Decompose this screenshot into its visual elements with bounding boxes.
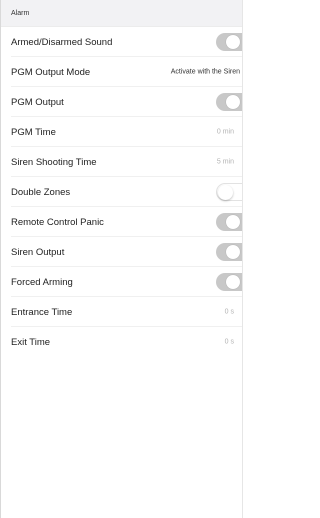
setting-siren-shooting-time[interactable]: Siren Shooting Time 5 min [1,147,242,177]
armed-disarmed-sound-toggle[interactable] [216,33,242,51]
toggle-knob [226,275,240,289]
entrance-time-value: 0 s [224,308,234,316]
setting-forced-arming[interactable]: Forced Arming [1,267,242,297]
setting-label: PGM Time [11,126,56,138]
toggle-knob [226,245,240,259]
setting-label: PGM Output [11,96,64,108]
setting-siren-output[interactable]: Siren Output [1,237,242,267]
setting-label: Double Zones [11,186,71,198]
pgm-output-mode-value: Activate with the Siren [170,68,240,76]
siren-shooting-time-value: 5 min [216,158,234,166]
toggle-knob [226,35,240,49]
setting-pgm-time[interactable]: PGM Time 0 min [1,117,242,147]
setting-label: Remote Control Panic [11,216,104,228]
setting-armed-disarmed-sound[interactable]: Armed/Disarmed Sound [1,27,242,57]
pgm-output-toggle[interactable] [216,93,242,111]
setting-label: Siren Output [11,246,65,258]
section-header: Alarm [1,0,242,27]
settings-list: Armed/Disarmed Sound PGM Output Mode Act… [1,27,242,357]
setting-pgm-output-mode[interactable]: PGM Output Mode Activate with the Siren [1,57,242,87]
toggle-knob [226,95,240,109]
setting-pgm-output[interactable]: PGM Output [1,87,242,117]
setting-label: Exit Time [11,336,51,348]
exit-time-value: 0 s [224,338,234,346]
setting-entrance-time[interactable]: Entrance Time 0 s [1,297,242,327]
section-title: Alarm [11,9,30,17]
remote-control-panic-toggle[interactable] [216,213,242,231]
toggle-knob [226,215,240,229]
setting-exit-time[interactable]: Exit Time 0 s [1,327,242,357]
setting-label: PGM Output Mode [11,66,91,78]
pgm-time-value: 0 min [216,128,234,136]
setting-label: Entrance Time [11,306,73,318]
setting-label: Siren Shooting Time [11,156,97,168]
siren-output-toggle[interactable] [216,243,242,261]
alarm-settings-screen: Alarm Armed/Disarmed Sound PGM Output Mo… [0,0,243,518]
setting-label: Forced Arming [11,276,73,288]
setting-double-zones[interactable]: Double Zones [1,177,242,207]
double-zones-toggle[interactable] [216,183,242,201]
forced-arming-toggle[interactable] [216,273,242,291]
setting-label: Armed/Disarmed Sound [11,36,113,48]
toggle-knob [218,185,233,200]
setting-remote-control-panic[interactable]: Remote Control Panic [1,207,242,237]
